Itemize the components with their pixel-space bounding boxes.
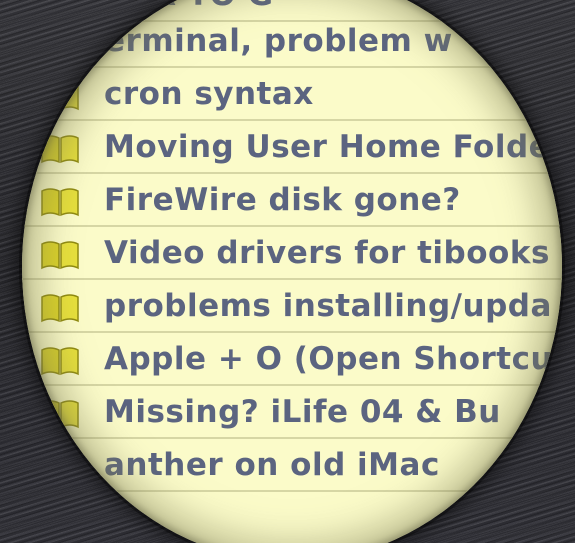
book-icon bbox=[41, 294, 79, 323]
topic-title: Video drivers for tibooks b bbox=[104, 235, 562, 271]
topic-title: Missing? iLife 04 & Bu bbox=[104, 394, 501, 430]
topic-title: problems installing/upda bbox=[104, 288, 552, 324]
topic-row[interactable]: Apple + O (Open Shortcu bbox=[22, 334, 562, 386]
topic-title: FireWire disk gone? bbox=[104, 182, 461, 218]
book-icon bbox=[41, 241, 79, 270]
topic-row[interactable] bbox=[22, 493, 562, 543]
topic-row[interactable]: cron syntax bbox=[22, 69, 562, 121]
topic-row[interactable]: problems installing/upda bbox=[22, 281, 562, 333]
topic-title: Apple + O (Open Shortcu bbox=[104, 341, 554, 377]
magnifier-lens: HER TO G erminal, problem w cron syntax … bbox=[22, 0, 562, 543]
topic-row[interactable]: anther on old iMac bbox=[22, 440, 562, 492]
book-icon bbox=[41, 400, 79, 429]
topic-title: erminal, problem w bbox=[104, 23, 453, 59]
book-icon bbox=[41, 506, 79, 535]
topic-row[interactable]: FireWire disk gone? bbox=[22, 175, 562, 227]
book-icon bbox=[41, 29, 79, 58]
topic-title: HER TO G bbox=[104, 0, 274, 13]
book-icon bbox=[41, 188, 79, 217]
topic-title: Moving User Home Folde bbox=[104, 129, 551, 165]
book-icon bbox=[41, 453, 79, 482]
topic-row[interactable]: Moving User Home Folde bbox=[22, 122, 562, 174]
book-icon bbox=[41, 347, 79, 376]
topic-title: cron syntax bbox=[104, 76, 314, 112]
topic-row[interactable]: Video drivers for tibooks b bbox=[22, 228, 562, 280]
book-icon bbox=[41, 0, 79, 12]
topic-title: anther on old iMac bbox=[104, 447, 440, 483]
book-icon bbox=[41, 82, 79, 111]
topic-row[interactable]: erminal, problem w bbox=[22, 16, 562, 68]
book-icon bbox=[41, 135, 79, 164]
topic-row[interactable]: Missing? iLife 04 & Bu bbox=[22, 387, 562, 439]
